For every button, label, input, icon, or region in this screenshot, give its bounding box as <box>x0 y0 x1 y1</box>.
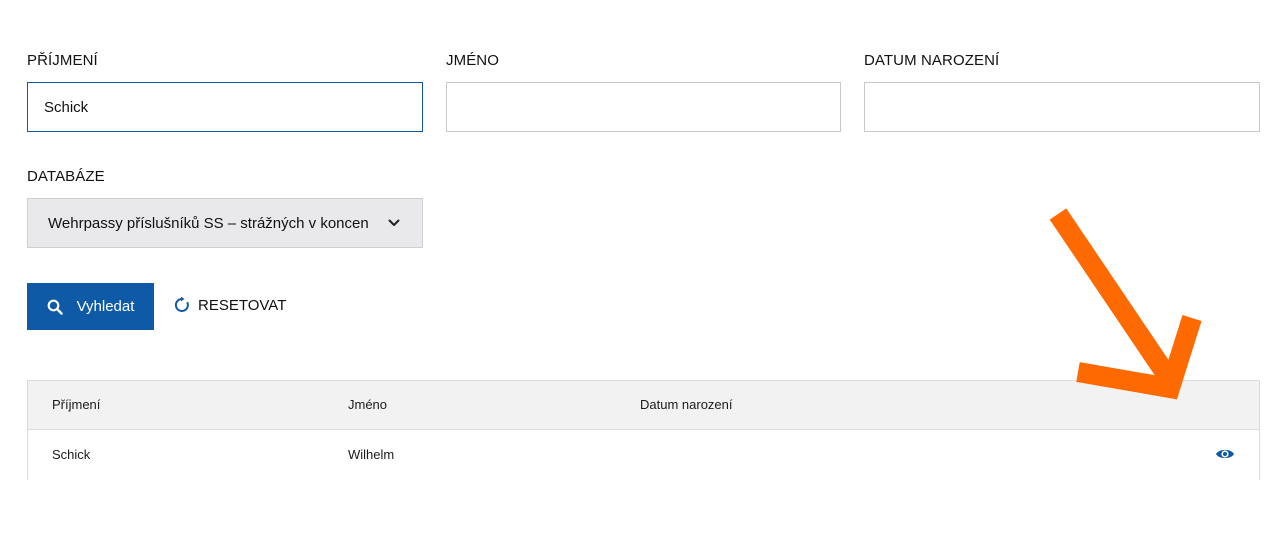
birthdate-label: DATUM NAROZENÍ <box>864 52 1000 69</box>
search-button-label: Vyhledat <box>76 298 135 315</box>
table-row[interactable]: Schick Wilhelm <box>28 430 1259 480</box>
firstname-input[interactable] <box>446 82 841 132</box>
database-selected-value: Wehrpassy příslušníků SS – strážných v k… <box>48 214 368 232</box>
chevron-down-icon <box>388 219 400 226</box>
eye-icon[interactable] <box>1215 446 1235 462</box>
search-icon <box>47 299 63 315</box>
surname-label: PŘÍJMENÍ <box>27 52 98 69</box>
surname-input[interactable] <box>27 82 423 132</box>
column-header-firstname[interactable]: Jméno <box>348 381 387 429</box>
refresh-icon <box>174 296 189 312</box>
column-header-surname[interactable]: Příjmení <box>52 381 100 429</box>
table-header: Příjmení Jméno Datum narození <box>28 381 1259 430</box>
column-header-birthdate[interactable]: Datum narození <box>640 381 733 429</box>
reset-button[interactable]: RESETOVAT <box>173 296 286 314</box>
firstname-label: JMÉNO <box>446 52 499 69</box>
birthdate-input[interactable] <box>864 82 1260 132</box>
reset-button-label: RESETOVAT <box>198 296 287 314</box>
database-select[interactable]: Wehrpassy příslušníků SS – strážných v k… <box>27 198 423 248</box>
row-surname: Schick <box>52 447 91 462</box>
search-button[interactable]: Vyhledat <box>27 283 154 330</box>
row-firstname: Wilhelm <box>348 447 395 462</box>
results-table: Příjmení Jméno Datum narození Schick Wil… <box>27 380 1260 480</box>
database-label: DATABÁZE <box>27 168 105 185</box>
